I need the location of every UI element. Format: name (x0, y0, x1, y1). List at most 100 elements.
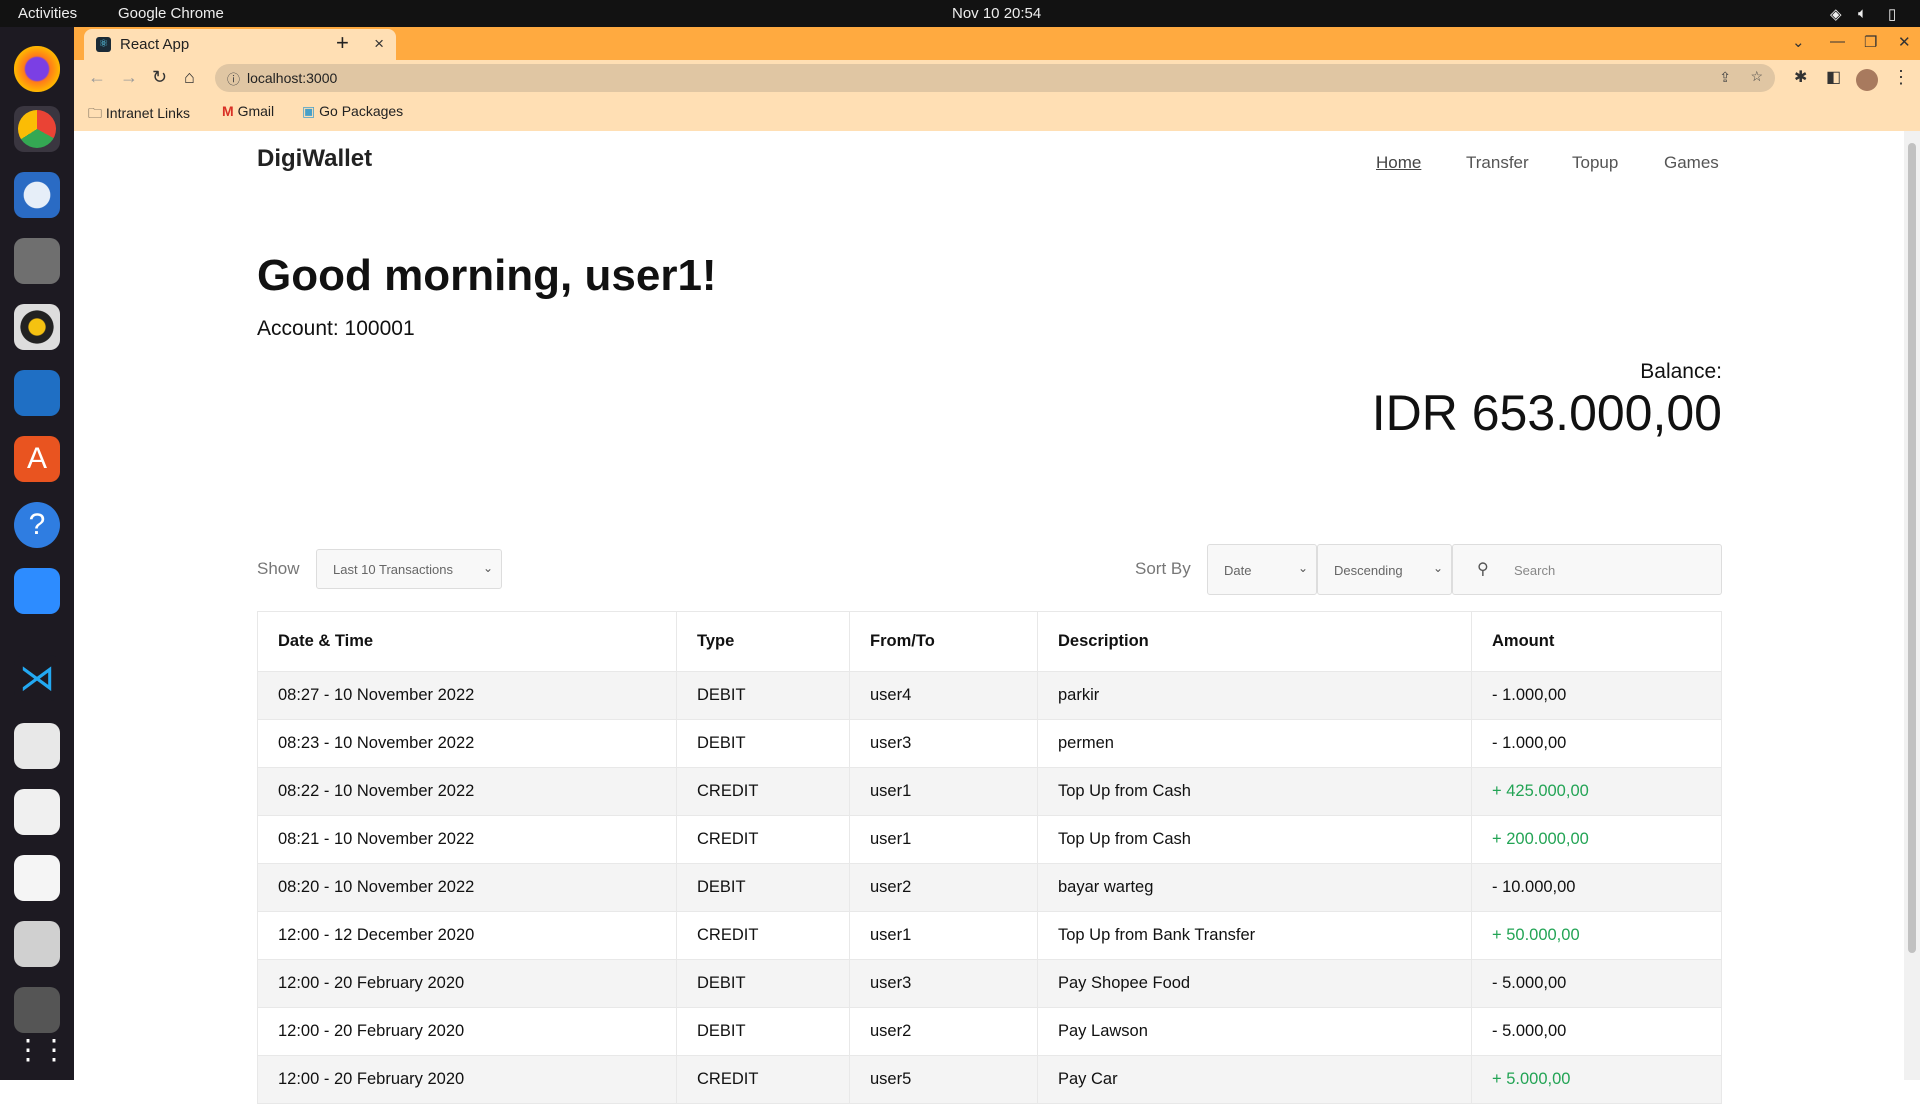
forward-icon[interactable]: → (120, 67, 138, 88)
search-input[interactable]: ⚲ Search (1452, 544, 1722, 595)
transactions-table: Date & Time Type From/To Description Amo… (257, 611, 1722, 1104)
rhythmbox-icon[interactable] (14, 304, 60, 350)
header-date-time: Date & Time (257, 611, 677, 672)
cell-date-time: 08:21 - 10 November 2022 (257, 815, 677, 864)
cell-description: bayar warteg (1037, 863, 1472, 912)
header-amount: Amount (1471, 611, 1722, 672)
minimize-icon[interactable]: — (1830, 33, 1845, 50)
scrollbar-thumb[interactable] (1908, 143, 1916, 953)
bookmark-star-icon[interactable]: ☆ (1750, 68, 1763, 85)
side-panel-icon[interactable]: ◧ (1826, 67, 1841, 87)
cell-type: CREDIT (676, 767, 850, 816)
firefox-icon[interactable] (14, 46, 60, 92)
bookmark-intranet-links[interactable]: 🗀︎ Intranet Links (88, 103, 190, 127)
cell-type: DEBIT (676, 671, 850, 720)
tab-react-app[interactable]: ⚛ React App × (84, 29, 396, 60)
cell-date-time: 12:00 - 12 December 2020 (257, 911, 677, 960)
reload-icon[interactable]: ↻ (152, 67, 167, 88)
restore-icon[interactable]: ❐ (1864, 33, 1877, 51)
writer-icon[interactable] (14, 370, 60, 416)
close-window-icon[interactable]: ✕ (1898, 33, 1911, 51)
battery-icon[interactable]: ▯ (1888, 5, 1896, 23)
volume-icon[interactable]: 🔈︎ (1858, 5, 1867, 22)
thunderbird-icon[interactable] (14, 172, 60, 218)
show-label: Show (257, 559, 300, 578)
info-icon[interactable]: ⓘ (227, 69, 240, 88)
brand-logo[interactable]: DigiWallet (257, 145, 372, 173)
document-viewer-icon[interactable] (14, 723, 60, 769)
cell-from-to: user1 (849, 767, 1038, 816)
app-center-icon[interactable]: A (14, 436, 60, 482)
text-editor-icon[interactable] (14, 855, 60, 901)
sort-order-select[interactable]: Descending ⌄ (1317, 544, 1452, 595)
back-icon[interactable]: ← (88, 67, 106, 88)
sort-field-select[interactable]: Date ⌄ (1207, 544, 1317, 595)
cell-amount: - 5.000,00 (1471, 959, 1722, 1008)
cell-description: Top Up from Cash (1037, 815, 1472, 864)
home-icon[interactable]: ⌂ (184, 67, 195, 88)
table-row: 12:00 - 20 February 2020 DEBIT user2 Pay La… (257, 1007, 1722, 1056)
share-icon[interactable]: ⇪ (1719, 69, 1731, 86)
bookmark-gmail[interactable]: M Gmail (222, 103, 274, 119)
cell-type: DEBIT (676, 863, 850, 912)
cell-from-to: user3 (849, 719, 1038, 768)
vscode-icon[interactable]: ⋊ (14, 655, 60, 701)
nav-topup[interactable]: Topup (1572, 153, 1618, 173)
cell-description: Top Up from Cash (1037, 767, 1472, 816)
cell-amount: + 425.000,00 (1471, 767, 1722, 816)
tab-title: React App (120, 36, 190, 53)
table-header-row: Date & Time Type From/To Description Amo… (257, 611, 1722, 672)
profile-avatar[interactable] (1856, 69, 1878, 91)
address-bar[interactable]: ⓘ localhost:3000 ⇪ ☆ (215, 64, 1775, 92)
cell-from-to: user1 (849, 815, 1038, 864)
balance-label: Balance: (1640, 360, 1722, 383)
cell-amount: - 1.000,00 (1471, 719, 1722, 768)
cell-type: CREDIT (676, 911, 850, 960)
search-icon: ⚲ (1477, 561, 1489, 578)
cell-from-to: user4 (849, 671, 1038, 720)
extensions-icon[interactable]: ✱ (1794, 67, 1807, 87)
menu-icon[interactable]: ⋮ (1892, 67, 1910, 88)
activities-button[interactable]: Activities (18, 5, 77, 22)
cell-description: parkir (1037, 671, 1472, 720)
cell-description: permen (1037, 719, 1472, 768)
cell-from-to: user2 (849, 1007, 1038, 1056)
table-row: 08:21 - 10 November 2022 CREDIT user1 Top U… (257, 815, 1722, 864)
help-icon[interactable]: ? (14, 502, 60, 548)
cell-description: Top Up from Bank Transfer (1037, 911, 1472, 960)
nav-home[interactable]: Home (1376, 153, 1421, 173)
close-tab-icon[interactable]: × (374, 34, 384, 54)
show-apps-icon[interactable]: ⋮⋮⋮ (14, 1027, 94, 1073)
table-row: 08:23 - 10 November 2022 DEBIT user3 permen… (257, 719, 1722, 768)
page-content: DigiWallet Home Transfer Topup Games Goo… (74, 131, 1904, 1104)
table-row: 08:27 - 10 November 2022 DEBIT user4 parkir… (257, 671, 1722, 720)
zoom-app-icon[interactable] (14, 568, 60, 614)
gimp-icon[interactable] (14, 789, 60, 835)
cell-description: Pay Shopee Food (1037, 959, 1472, 1008)
tab-search-icon[interactable]: ⌄ (1792, 33, 1805, 51)
header-from-to: From/To (849, 611, 1038, 672)
cell-description: Pay Lawson (1037, 1007, 1472, 1056)
cell-from-to: user2 (849, 863, 1038, 912)
cell-amount: - 10.000,00 (1471, 863, 1722, 912)
bookmark-go-packages[interactable]: ▣ Go Packages (302, 103, 403, 120)
chevron-down-icon: ⌄ (482, 561, 493, 575)
dock: A ? ⋊ ⋮⋮⋮ (0, 27, 94, 1080)
cell-type: DEBIT (676, 959, 850, 1008)
show-select[interactable]: Last 10 Transactions ⌄ (316, 549, 502, 589)
files-icon[interactable] (14, 238, 60, 284)
cell-date-time: 08:23 - 10 November 2022 (257, 719, 677, 768)
nav-games[interactable]: Games (1664, 153, 1719, 173)
cell-date-time: 12:00 - 20 February 2020 (257, 959, 677, 1008)
cell-date-time: 08:22 - 10 November 2022 (257, 767, 677, 816)
new-tab-button[interactable]: + (336, 30, 349, 56)
nav-transfer[interactable]: Transfer (1466, 153, 1529, 173)
scrollbar[interactable] (1904, 131, 1920, 1080)
image-viewer-icon[interactable] (14, 921, 60, 967)
cell-type: CREDIT (676, 815, 850, 864)
account-number: Account: 100001 (257, 317, 415, 340)
clock[interactable]: Nov 10 20:54 (952, 5, 1041, 22)
active-app-label[interactable]: Google Chrome (118, 5, 224, 22)
wifi-icon[interactable]: ◈ (1830, 5, 1842, 23)
cell-type: DEBIT (676, 719, 850, 768)
